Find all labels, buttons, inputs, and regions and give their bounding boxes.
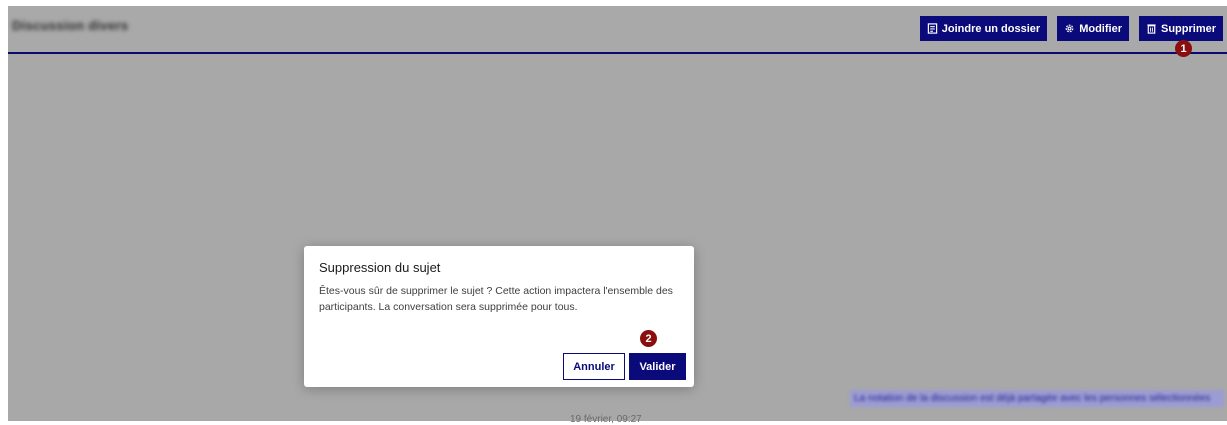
conversation-notice[interactable]: La notation de la discussion est déjà pa… [850, 390, 1224, 407]
attach-folder-button[interactable]: Joindre un dossier [919, 16, 1048, 41]
delete-topic-dialog: Suppression du sujet Êtes-vous sûr de su… [304, 246, 694, 387]
delete-label: Supprimer [1160, 22, 1216, 35]
confirm-button[interactable]: Valider [629, 353, 686, 380]
edit-button[interactable]: Modifier [1057, 16, 1129, 41]
edit-label: Modifier [1079, 22, 1122, 35]
attach-folder-icon [927, 23, 938, 34]
topbar: Discussion divers Joindre un dossier Mod… [8, 6, 1227, 54]
gear-icon [1065, 24, 1074, 33]
delete-button[interactable]: Supprimer [1138, 16, 1223, 41]
step-badge-2: 2 [640, 330, 657, 347]
dialog-title: Suppression du sujet [319, 260, 441, 275]
trash-icon [1147, 24, 1156, 34]
message-timestamp: 19 février, 09:27 [570, 414, 642, 425]
page-title: Discussion divers [12, 18, 129, 33]
dialog-message: Êtes-vous sûr de supprimer le sujet ? Ce… [319, 285, 673, 313]
header-actions: Joindre un dossier Modifier Supprimer [919, 16, 1223, 41]
step-badge-1: 1 [1175, 40, 1192, 57]
attach-folder-label: Joindre un dossier [941, 22, 1041, 35]
cancel-button[interactable]: Annuler [563, 353, 625, 380]
